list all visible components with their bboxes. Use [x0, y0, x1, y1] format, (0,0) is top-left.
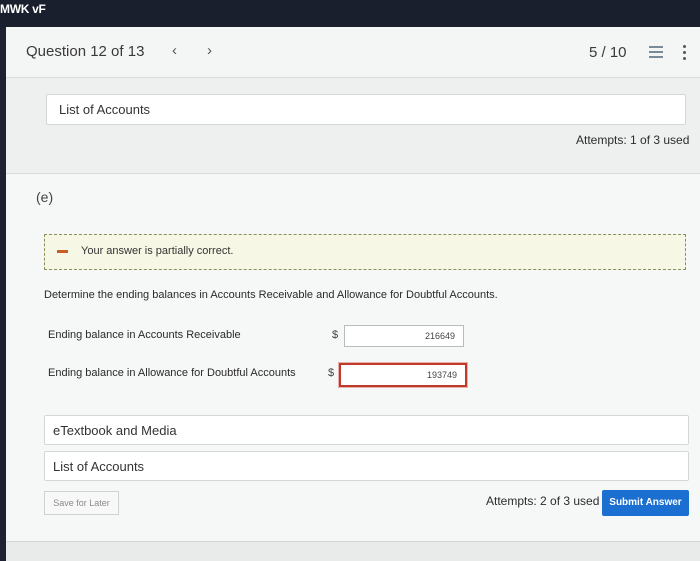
- question-instruction: Determine the ending balances in Account…: [44, 289, 498, 301]
- etextbook-media-link[interactable]: eTextbook and Media: [44, 415, 689, 445]
- save-for-later-button[interactable]: Save for Later: [44, 491, 119, 515]
- list-icon[interactable]: [649, 46, 663, 58]
- question-header: Question 12 of 13 ‹ › 5 / 10: [6, 27, 700, 78]
- ar-balance-label: Ending balance in Accounts Receivable: [48, 329, 241, 341]
- ar-balance-input[interactable]: [344, 325, 464, 347]
- kebab-menu-icon[interactable]: [683, 45, 687, 63]
- feedback-banner: Your answer is partially correct.: [44, 234, 686, 270]
- submit-answer-button[interactable]: Submit Answer: [602, 490, 689, 516]
- chevron-left-icon[interactable]: ‹: [172, 42, 177, 59]
- allowance-currency-symbol: $: [328, 367, 335, 379]
- list-of-accounts-label: List of Accounts: [53, 459, 145, 474]
- top-bar: MWK vF: [0, 0, 700, 27]
- list-of-accounts-label: List of Accounts: [59, 102, 151, 117]
- question-panel: Question 12 of 13 ‹ › 5 / 10 List of Acc…: [6, 27, 700, 561]
- ar-currency-symbol: $: [332, 329, 339, 341]
- question-title: Question 12 of 13: [26, 43, 145, 60]
- list-of-accounts-link[interactable]: List of Accounts: [44, 451, 689, 481]
- feedback-message: Your answer is partially correct.: [81, 245, 234, 257]
- part-label: (e): [36, 189, 54, 205]
- partial-correct-icon: [57, 250, 68, 253]
- attempts-counter: Attempts: 2 of 3 used: [486, 494, 600, 508]
- course-title: MWK vF: [0, 2, 46, 16]
- part-e-section: (e) Your answer is partially correct. De…: [6, 173, 700, 561]
- next-part-header: [6, 541, 700, 561]
- chevron-right-icon[interactable]: ›: [207, 42, 212, 59]
- allowance-balance-input[interactable]: [339, 363, 467, 387]
- attempts-counter-top: Attempts: 1 of 3 used: [576, 133, 690, 147]
- list-of-accounts-link-top[interactable]: List of Accounts: [46, 94, 686, 125]
- etextbook-label: eTextbook and Media: [53, 423, 177, 438]
- allowance-balance-label: Ending balance in Allowance for Doubtful…: [48, 367, 296, 379]
- score-display: 5 / 10: [589, 44, 627, 61]
